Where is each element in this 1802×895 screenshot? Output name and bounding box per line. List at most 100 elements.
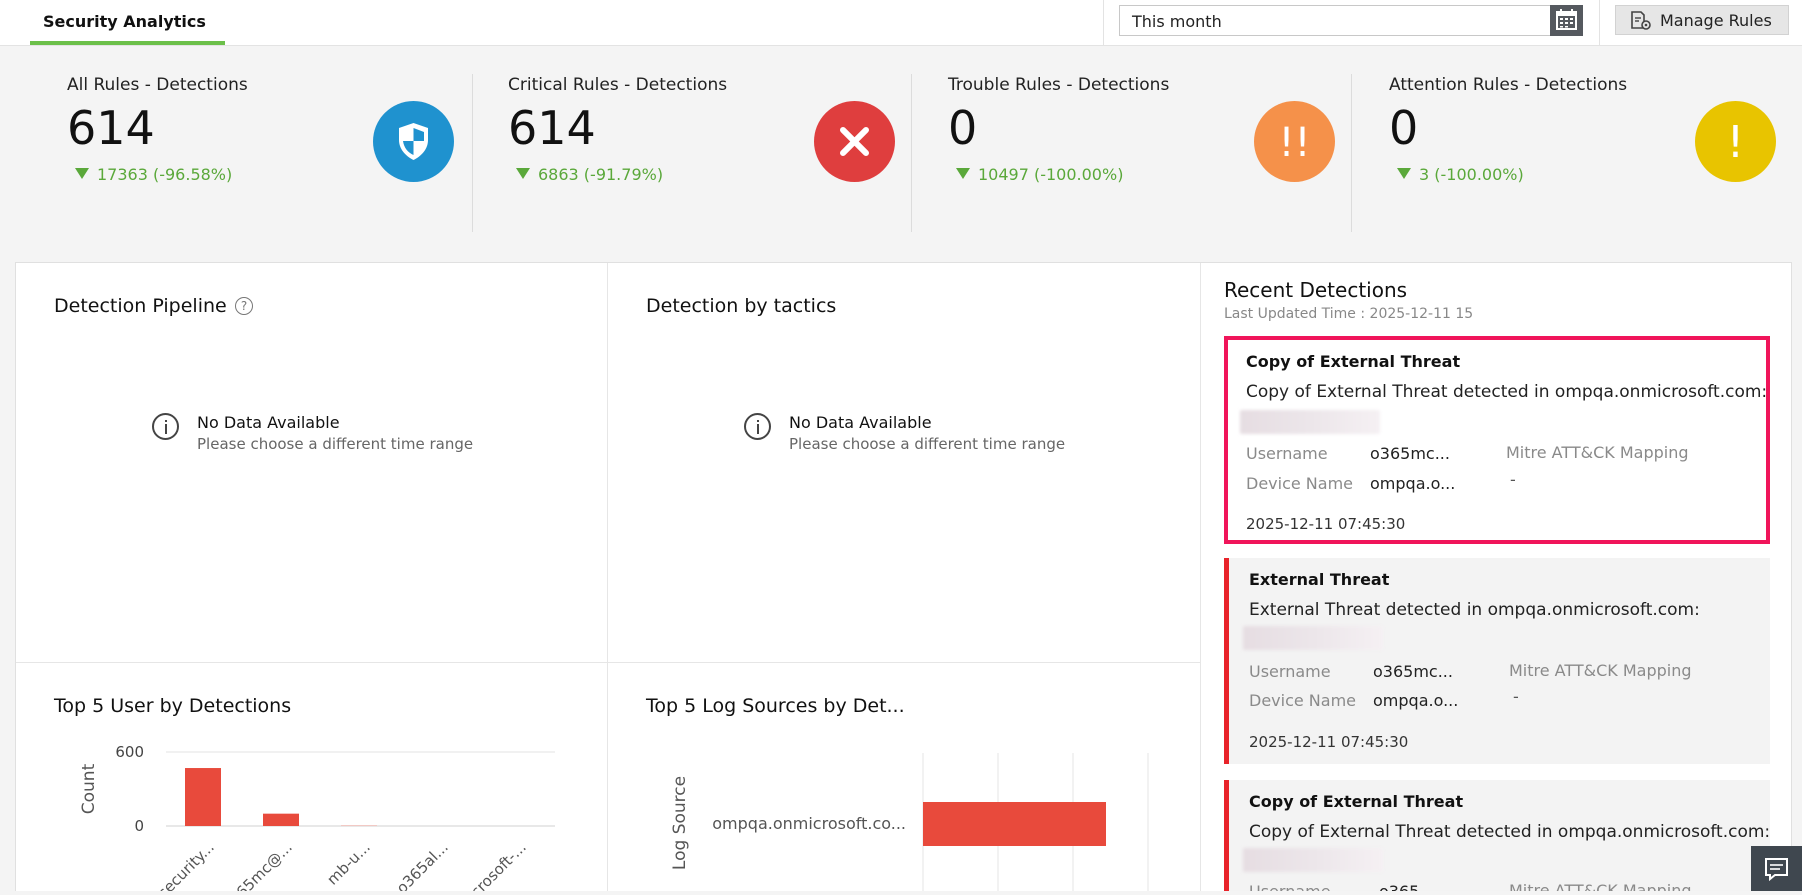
x-tick-label: mb-u... xyxy=(323,838,373,888)
stat-title: Trouble Rules - Detections xyxy=(948,75,1170,95)
stat-delta-text: 17363 (-96.58%) xyxy=(97,165,233,184)
device-value: ompqa.o... xyxy=(1370,474,1456,493)
detection-description: External Threat detected in ompqa.onmicr… xyxy=(1249,600,1700,620)
detection-title: Copy of External Threat xyxy=(1249,792,1464,811)
attention-badge: ! xyxy=(1695,101,1776,182)
top-bar: Security Analytics This month Manage Rul… xyxy=(0,0,1802,46)
time-range-value: This month xyxy=(1132,12,1222,31)
redacted-value xyxy=(1243,848,1383,872)
info-icon xyxy=(152,413,179,440)
mitre-label: Mitre ATT&CK Mapping xyxy=(1506,443,1689,462)
device-label: Device Name xyxy=(1246,474,1354,493)
x-tick-label: o365mc@... xyxy=(219,838,295,891)
stat-delta: 10497 (-100.00%) xyxy=(956,165,1123,184)
detection-card[interactable]: Copy of External Threat Copy of External… xyxy=(1224,336,1770,544)
stat-delta-text: 6863 (-91.79%) xyxy=(538,165,664,184)
divider xyxy=(1103,0,1104,45)
detection-title: Copy of External Threat xyxy=(1246,352,1461,371)
down-arrow-icon xyxy=(956,168,970,179)
manage-rules-button[interactable]: Manage Rules xyxy=(1615,5,1789,35)
tab-security-analytics[interactable]: Security Analytics xyxy=(30,0,225,45)
stat-attention-rules[interactable]: Attention Rules - Detections 0 3 (-100.0… xyxy=(1389,45,1779,240)
divider xyxy=(1599,0,1600,45)
detection-card[interactable]: External Threat External Threat detected… xyxy=(1224,558,1770,764)
bar xyxy=(185,768,221,826)
stat-title: Critical Rules - Detections xyxy=(508,75,728,95)
y-axis-label: Log Source xyxy=(670,776,690,870)
bar xyxy=(341,825,377,826)
calendar-icon xyxy=(1556,9,1577,30)
detection-title: External Threat xyxy=(1249,570,1390,589)
no-data-subtitle: Please choose a different time range xyxy=(789,435,1066,453)
detection-description: Copy of External Threat detected in ompq… xyxy=(1249,822,1770,842)
time-range-input[interactable]: This month xyxy=(1119,5,1583,36)
manage-rules-label: Manage Rules xyxy=(1660,11,1772,30)
trouble-badge: !! xyxy=(1254,101,1335,182)
panel-divider xyxy=(1200,263,1201,891)
detection-description: Copy of External Threat detected in ompq… xyxy=(1246,382,1768,402)
info-icon xyxy=(744,413,771,440)
divider xyxy=(911,74,912,232)
detection-time: 2025-12-11 07:45:30 xyxy=(1249,733,1409,751)
top-users-chart: 600 0 Count security... o365mc@... mb-u... o36… xyxy=(79,743,555,891)
pipeline-title: Detection Pipeline xyxy=(54,295,227,317)
stat-title: All Rules - Detections xyxy=(67,75,248,95)
badge-glyph: !! xyxy=(1278,120,1310,166)
badge-glyph: ! xyxy=(1727,117,1745,168)
stat-all-rules[interactable]: All Rules - Detections 614 17363 (-96.58… xyxy=(67,45,457,240)
redacted-value xyxy=(1240,410,1380,434)
rules-settings-icon xyxy=(1631,11,1651,30)
x-tick-label: microsoft-... xyxy=(454,838,530,891)
stat-title: Attention Rules - Detections xyxy=(1389,75,1628,95)
username-label: Username xyxy=(1249,662,1331,681)
top-users-title: Top 5 User by Detections xyxy=(54,695,292,717)
no-data-subtitle: Please choose a different time range xyxy=(197,435,474,453)
bar xyxy=(923,802,1106,846)
device-value: ompqa.o... xyxy=(1373,691,1459,710)
double-exclamation-icon: !! xyxy=(1278,120,1310,166)
critical-badge xyxy=(814,101,895,182)
bar xyxy=(263,813,299,826)
y-tick-label: ompqa.onmicrosoft.co... xyxy=(712,814,906,833)
shield-badge xyxy=(373,101,454,182)
detection-card[interactable]: Copy of External Threat Copy of External… xyxy=(1224,780,1770,891)
username-value: o365mc... xyxy=(1370,444,1450,463)
stat-delta: 3 (-100.00%) xyxy=(1397,165,1524,184)
top-sources-chart: Log Source ompqa.onmicrosoft.co... xyxy=(670,753,1149,891)
device-label: Device Name xyxy=(1249,691,1357,710)
down-arrow-icon xyxy=(1397,168,1411,179)
panel-divider xyxy=(16,662,1200,663)
detection-time: 2025-12-11 07:45:30 xyxy=(1246,515,1406,533)
chat-icon xyxy=(1765,858,1788,882)
stat-delta: 6863 (-91.79%) xyxy=(516,165,663,184)
panel-divider xyxy=(607,263,608,891)
help-icon[interactable]: ? xyxy=(235,297,253,315)
mitre-label: Mitre ATT&CK Mapping xyxy=(1509,881,1692,891)
username-label: Username xyxy=(1249,882,1331,891)
no-data-title: No Data Available xyxy=(789,413,932,432)
calendar-button[interactable] xyxy=(1550,5,1583,36)
stat-value: 614 xyxy=(508,101,596,155)
x-icon xyxy=(840,127,869,156)
stat-delta-text: 3 (-100.00%) xyxy=(1419,165,1524,184)
stat-trouble-rules[interactable]: Trouble Rules - Detections 0 10497 (-100… xyxy=(948,45,1338,240)
x-tick-label: o365al... xyxy=(393,838,452,891)
username-value: o365mc... xyxy=(1373,662,1453,681)
no-data-title: No Data Available xyxy=(197,413,340,432)
username-value: o365 xyxy=(1379,882,1419,891)
stat-value: 0 xyxy=(1389,101,1419,155)
redacted-value xyxy=(1243,626,1383,650)
divider xyxy=(1351,74,1352,232)
exclamation-icon: ! xyxy=(1727,117,1745,168)
mitre-value: - xyxy=(1510,470,1516,489)
y-axis-label: Count xyxy=(79,763,99,814)
username-label: Username xyxy=(1246,444,1328,463)
tactics-title: Detection by tactics xyxy=(646,295,837,317)
recent-detections-title: Recent Detections xyxy=(1224,278,1408,302)
chat-button[interactable] xyxy=(1751,846,1802,891)
mitre-label: Mitre ATT&CK Mapping xyxy=(1509,661,1692,680)
stat-value: 614 xyxy=(67,101,155,155)
tab-label: Security Analytics xyxy=(43,12,206,31)
stat-value: 0 xyxy=(948,101,978,155)
stat-critical-rules[interactable]: Critical Rules - Detections 614 6863 (-9… xyxy=(508,45,898,240)
